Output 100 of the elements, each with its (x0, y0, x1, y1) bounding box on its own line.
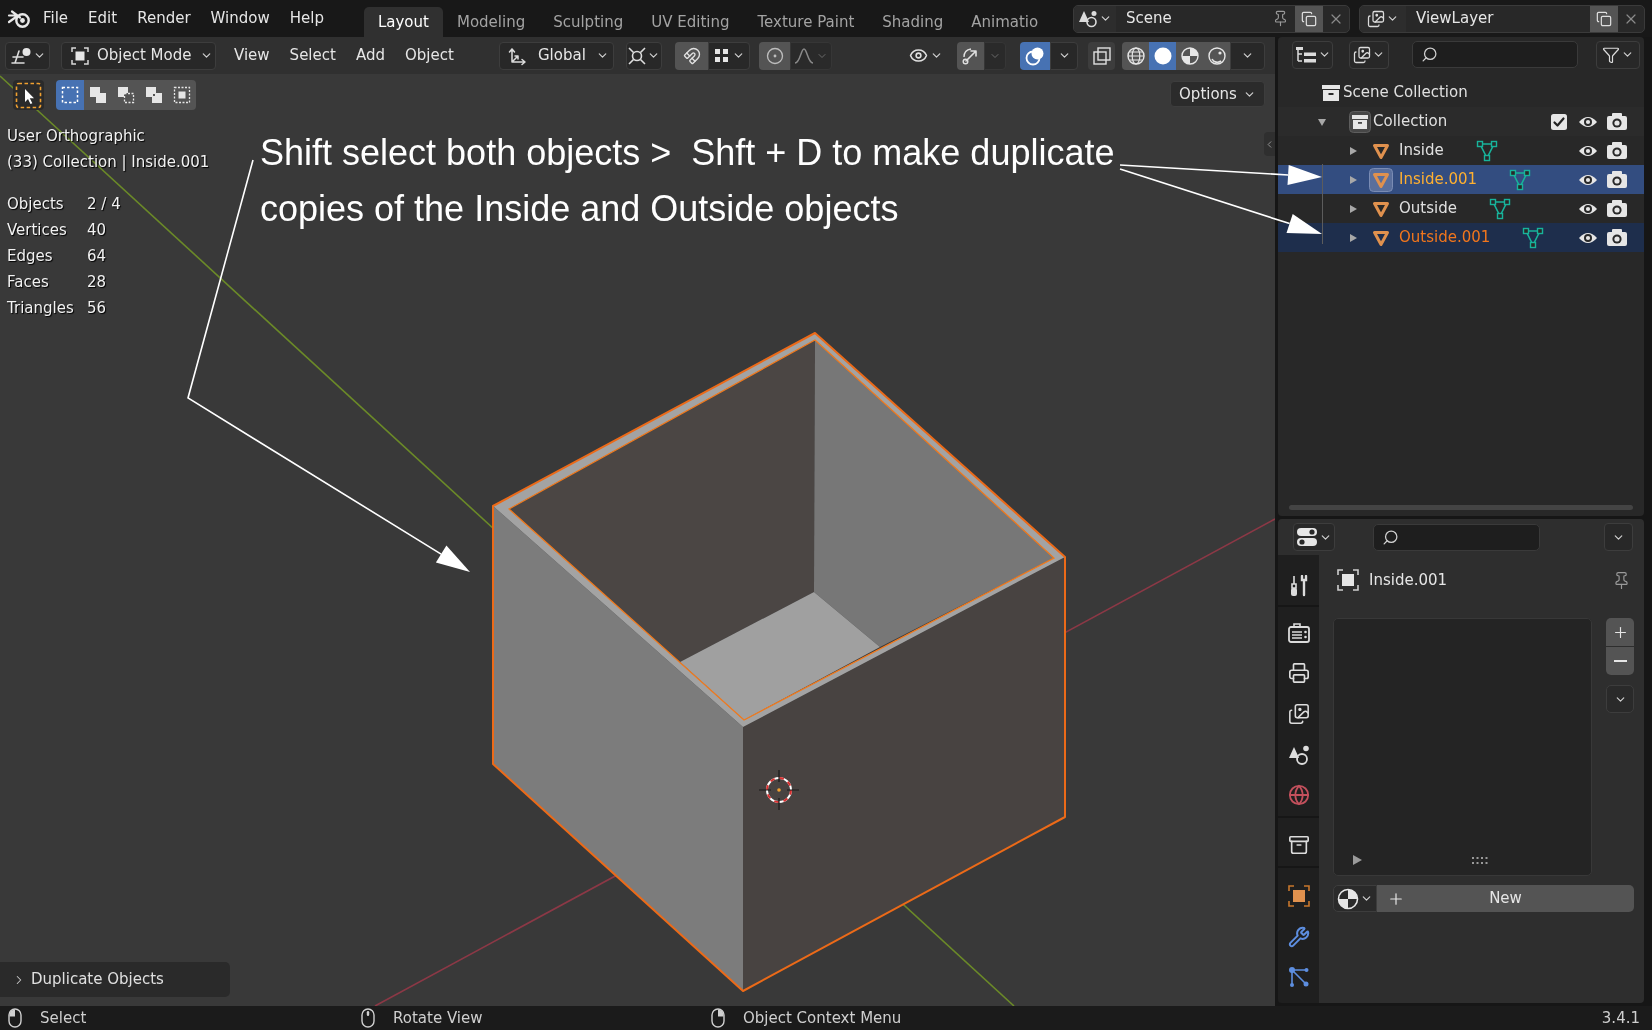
display-mode-button[interactable] (1349, 40, 1389, 69)
cone-sphere-icon (1078, 8, 1098, 29)
eye-icon[interactable] (1578, 230, 1598, 245)
object-square-icon[interactable] (1287, 885, 1310, 907)
camera-icon[interactable] (1607, 171, 1627, 188)
menu-item[interactable]: Help (279, 0, 334, 37)
menu-item[interactable]: Window (200, 0, 280, 37)
remove-slot-button[interactable] (1606, 647, 1634, 675)
cursor-target-icon (758, 769, 800, 811)
workspace-tab[interactable]: Sculpting (539, 7, 638, 37)
stat-value: 56 (87, 298, 107, 319)
shading-mode-button[interactable] (1176, 41, 1203, 70)
camera-icon[interactable] (1607, 142, 1627, 159)
copy-button[interactable] (1590, 5, 1618, 32)
outliner-row[interactable]: Outside.001 (1278, 223, 1644, 252)
last-operation-panel[interactable]: Duplicate Objects (0, 962, 230, 997)
camera-icon[interactable] (1607, 229, 1627, 246)
outliner-row[interactable]: Inside (1278, 136, 1644, 165)
archive-box-icon[interactable] (1287, 834, 1310, 856)
horizontal-scrollbar[interactable] (1289, 505, 1633, 510)
options-dropdown[interactable]: Options (1170, 81, 1265, 107)
gizmo-toggle-button[interactable] (957, 41, 984, 70)
menu-item[interactable]: Select (279, 37, 346, 74)
sidebar-toggle-button[interactable] (1264, 132, 1275, 156)
scene-browse-button[interactable] (1074, 5, 1116, 32)
workspace-tab[interactable]: Animatio (957, 7, 1053, 37)
triangle-right-icon[interactable] (1348, 145, 1358, 156)
mode-dropdown[interactable]: Object Mode (61, 41, 216, 70)
copy-button[interactable] (1295, 5, 1323, 32)
play-triangle-icon[interactable] (1353, 855, 1362, 865)
circle-rays-icon (628, 46, 646, 65)
image-stack-icon (1367, 9, 1385, 28)
pivot-point-button[interactable] (626, 41, 662, 70)
menu-item[interactable]: Render (127, 0, 201, 37)
printer-icon[interactable] (1287, 662, 1310, 684)
add-slot-button[interactable] (1606, 618, 1634, 646)
grip-dots-icon[interactable] (1472, 856, 1488, 864)
image-stack-icon[interactable] (1287, 703, 1310, 725)
pin-icon[interactable] (1272, 10, 1289, 27)
selection-mode-button[interactable] (168, 80, 196, 110)
workspace-tab[interactable]: Shading (868, 7, 958, 37)
search-field[interactable] (1412, 41, 1578, 68)
triangle-down-icon[interactable] (1317, 116, 1327, 127)
search-icon (1382, 528, 1399, 546)
outliner-row[interactable]: Scene Collection (1278, 78, 1644, 107)
falloff-dropdown[interactable] (790, 41, 832, 70)
object-name-label: Inside.001 (1369, 569, 1448, 591)
shading-mode-button[interactable] (1203, 41, 1230, 70)
view-layer-name-field[interactable]: ViewLayer (1406, 7, 1590, 30)
selection-mode-button[interactable] (84, 80, 112, 110)
eye-icon[interactable] (1578, 143, 1598, 158)
menu-item[interactable]: File (33, 0, 79, 37)
workspace-tab[interactable]: Layout (363, 7, 443, 37)
shading-mode-button[interactable] (1122, 41, 1149, 70)
search-field[interactable] (1373, 523, 1540, 551)
shading-mode-button[interactable] (1149, 41, 1176, 70)
menu-item[interactable]: Object (394, 37, 464, 74)
overlays-toggle-button[interactable] (1020, 41, 1050, 70)
snap-toggle-button[interactable] (675, 41, 708, 70)
camera-icon[interactable] (1607, 200, 1627, 217)
checked-checkbox-icon[interactable] (1551, 113, 1567, 130)
proportional-edit-button[interactable] (759, 41, 790, 70)
material-browse-button[interactable] (1333, 885, 1377, 912)
menu-item[interactable]: View (224, 37, 280, 74)
curved-arrow-icon (961, 46, 980, 65)
editor-type-button[interactable] (1292, 40, 1333, 69)
eye-icon[interactable] (1578, 201, 1598, 216)
menu-item[interactable]: Edit (78, 0, 128, 37)
eye-icon[interactable] (1578, 172, 1598, 187)
xray-toggle-button[interactable] (1088, 41, 1115, 70)
menu-item[interactable]: Add (345, 37, 395, 74)
camera-icon[interactable] (1607, 113, 1627, 130)
vertex-triangle-icon (1509, 168, 1532, 191)
axes-sphere-icon (9, 46, 32, 65)
snap-target-dropdown[interactable] (708, 41, 750, 70)
new-material-button[interactable]: New (1377, 885, 1634, 912)
eye-icon[interactable] (1578, 114, 1598, 129)
globe-icon[interactable] (1287, 784, 1310, 806)
selection-mode-button[interactable] (56, 80, 84, 110)
scene-name-field[interactable]: Scene (1116, 7, 1272, 30)
outliner-row[interactable]: Inside.001 (1278, 165, 1644, 194)
triangle-right-icon[interactable] (1348, 232, 1358, 243)
workspace-tab[interactable]: Modeling (442, 7, 540, 37)
wrench-icon[interactable] (1287, 926, 1310, 948)
workspace-tab[interactable]: Texture Paint (743, 7, 869, 37)
workspace-tab[interactable]: UV Editing (637, 7, 744, 37)
pin-icon[interactable] (1612, 570, 1631, 590)
triangle-right-icon[interactable] (1348, 203, 1358, 214)
editor-type-button[interactable] (5, 41, 50, 70)
select-box-tool-button[interactable] (13, 80, 44, 110)
outliner-row[interactable]: Outside (1278, 194, 1644, 223)
annotation-text: Shift select both objects > Shft + D to make duplicate (260, 131, 1115, 175)
cone-sphere-icon[interactable] (1287, 744, 1310, 766)
linked-dots-icon[interactable] (1287, 966, 1310, 988)
editor-type-button[interactable] (1293, 523, 1335, 551)
stat-value: 28 (87, 272, 107, 293)
orientation-dropdown[interactable]: Global (499, 41, 614, 70)
triangle-right-icon[interactable] (1348, 174, 1358, 185)
view-layer-browse-button[interactable] (1360, 5, 1406, 32)
filter-dropdown[interactable] (1596, 40, 1640, 69)
